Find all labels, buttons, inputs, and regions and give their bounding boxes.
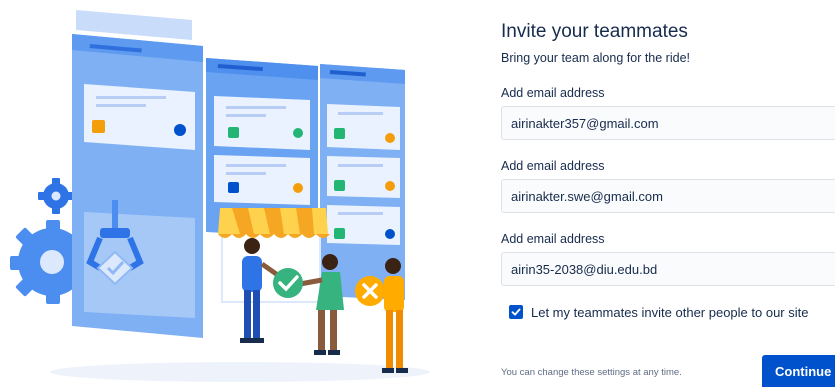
- email-field-3[interactable]: [501, 252, 835, 286]
- continue-button[interactable]: Continue: [762, 355, 835, 387]
- page-title: Invite your teammates: [501, 21, 688, 42]
- email-field-label: Add email address: [501, 86, 605, 100]
- gear-icon: [38, 178, 74, 214]
- checkmark-icon: [511, 308, 521, 316]
- invite-form: Invite your teammates Bring your team al…: [501, 0, 835, 387]
- email-field-label: Add email address: [501, 159, 605, 173]
- check-badge-icon: [273, 268, 303, 298]
- team-kanban-illustration: [10, 10, 430, 382]
- email-field-label: Add email address: [501, 232, 605, 246]
- allow-invites-label: Let my teammates invite other people to …: [531, 305, 809, 320]
- settings-footnote: You can change these settings at any tim…: [501, 367, 682, 378]
- email-field-1[interactable]: [501, 106, 835, 140]
- allow-invites-checkbox[interactable]: [509, 305, 523, 319]
- email-field-2[interactable]: [501, 179, 835, 213]
- close-badge-icon: [355, 276, 385, 306]
- page-subtitle: Bring your team along for the ride!: [501, 51, 690, 65]
